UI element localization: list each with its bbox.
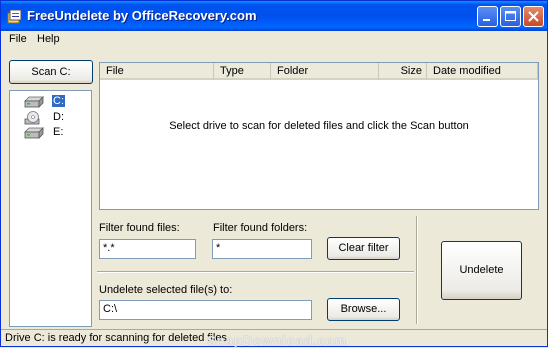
column-type[interactable]: Type [214,63,271,80]
destination-label: Undelete selected file(s) to: [99,284,233,296]
filter-files-label: Filter found files: [99,222,180,234]
drive-label: C: [52,95,65,107]
cd-drive-icon [24,111,40,125]
file-list[interactable]: File Type Folder Size Date modified Sele… [99,62,539,210]
title-bar[interactable]: FreeUndelete by OfficeRecovery.com [1,1,547,31]
browse-label: Browse... [340,303,387,315]
drive-tree[interactable]: C: D: E: [9,90,92,327]
watermark-text: SnapDownload.com [207,333,348,348]
column-date-modified[interactable]: Date modified [427,63,538,80]
vertical-divider [416,216,418,324]
undelete-label: Undelete [459,264,504,276]
hard-drive-icon [24,96,44,108]
app-icon [7,9,22,24]
drive-label: E: [53,126,64,138]
destination-input[interactable]: C:\ [99,300,312,320]
horizontal-divider [97,271,414,273]
menu-file[interactable]: File [9,33,27,45]
window-title: FreeUndelete by OfficeRecovery.com [27,8,257,23]
drive-label: D: [53,111,64,123]
column-size[interactable]: Size [379,63,427,80]
filter-files-input[interactable]: *.* [99,239,196,259]
app-window: FreeUndelete by OfficeRecovery.com File … [0,0,548,348]
minimize-button[interactable] [477,6,498,27]
status-text: Drive C: is ready for scanning for delet… [5,332,227,344]
maximize-icon [505,11,516,21]
browse-button[interactable]: Browse... [327,298,400,321]
minimize-icon [483,19,490,21]
column-folder[interactable]: Folder [271,63,379,80]
close-button[interactable] [523,6,544,27]
column-file[interactable]: File [100,63,214,80]
menu-bar: File Help [1,31,547,49]
scan-button[interactable]: Scan C: [9,60,93,84]
clear-filter-button[interactable]: Clear filter [327,237,400,260]
filter-folders-label: Filter found folders: [213,222,308,234]
scan-button-label: Scan C: [31,66,71,78]
maximize-button[interactable] [500,6,521,27]
menu-help[interactable]: Help [37,33,60,45]
empty-list-message: Select drive to scan for deleted files a… [169,120,469,132]
hard-drive-icon [24,127,44,139]
clear-filter-label: Clear filter [338,242,389,254]
undelete-button[interactable]: Undelete [441,241,522,300]
filter-folders-input[interactable]: * [212,239,312,259]
close-icon [528,11,539,22]
